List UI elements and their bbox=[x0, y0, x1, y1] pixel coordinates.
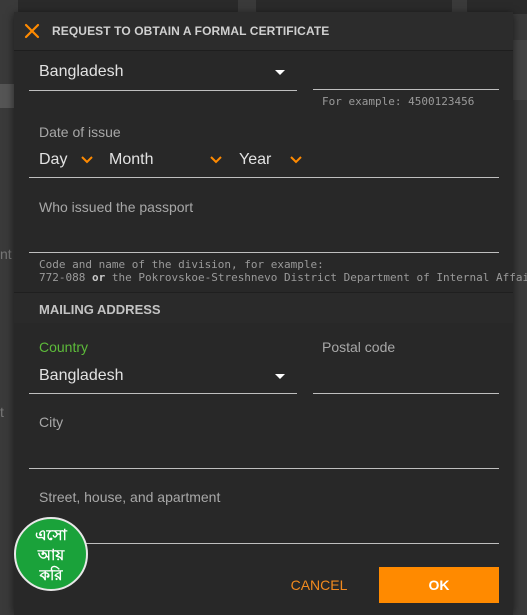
country-value: Bangladesh bbox=[39, 367, 124, 384]
hint-example: the Pokrovskoe-Streshnevo District Depar… bbox=[111, 271, 527, 284]
background-text-fragment: nt bbox=[0, 246, 12, 262]
mailing-address-section-header: MAILING ADDRESS bbox=[14, 292, 513, 323]
field-underline bbox=[29, 252, 499, 253]
passport-issuer-hint: Code and name of the division, for examp… bbox=[39, 258, 527, 284]
postal-code-label: Postal code bbox=[322, 339, 396, 355]
dropdown-arrow-icon bbox=[275, 70, 285, 75]
hint-code: 772-088 bbox=[39, 271, 86, 284]
country-label: Country bbox=[39, 339, 89, 355]
field-underline bbox=[29, 468, 499, 469]
chevron-down-icon bbox=[210, 156, 222, 164]
month-placeholder: Month bbox=[109, 151, 154, 168]
section-title: MAILING ADDRESS bbox=[39, 302, 161, 317]
field-underline bbox=[29, 90, 297, 91]
background-edge bbox=[513, 40, 527, 100]
logo-text: এসো bbox=[35, 526, 67, 544]
dialog-title: REQUEST TO OBTAIN A FORMAL CERTIFICATE bbox=[52, 24, 330, 38]
field-underline bbox=[29, 393, 297, 394]
logo-text: আয় bbox=[37, 546, 65, 564]
hint-line: Code and name of the division, for examp… bbox=[39, 258, 324, 271]
watermark-logo: এসো আয় করি bbox=[14, 517, 88, 591]
field-underline bbox=[29, 543, 499, 544]
city-label: City bbox=[39, 414, 64, 430]
field-underline bbox=[313, 393, 499, 394]
logo-text: করি bbox=[39, 566, 63, 584]
hint-or: or bbox=[91, 271, 106, 284]
date-of-issue-label: Date of issue bbox=[39, 124, 121, 140]
field-underline bbox=[313, 89, 499, 90]
chevron-down-icon bbox=[81, 156, 93, 164]
passport-number-hint: For example: 4500123456 bbox=[322, 95, 475, 108]
chevron-down-icon bbox=[290, 156, 302, 164]
passport-issuer-label: Who issued the passport bbox=[39, 199, 194, 215]
certificate-request-dialog: REQUEST TO OBTAIN A FORMAL CERTIFICATE B… bbox=[14, 12, 527, 615]
dropdown-arrow-icon bbox=[275, 374, 285, 379]
close-icon[interactable] bbox=[24, 23, 40, 39]
background-strip bbox=[0, 84, 14, 108]
day-placeholder: Day bbox=[39, 151, 68, 168]
dialog-header: REQUEST TO OBTAIN A FORMAL CERTIFICATE bbox=[14, 12, 513, 51]
street-label: Street, house, and apartment bbox=[39, 489, 221, 505]
cancel-button[interactable]: CANCEL bbox=[284, 575, 354, 595]
passport-country-value: Bangladesh bbox=[39, 63, 124, 80]
background-text-fragment: t bbox=[0, 404, 4, 420]
ok-button[interactable]: OK bbox=[379, 567, 499, 603]
year-placeholder: Year bbox=[239, 151, 272, 168]
field-underline bbox=[29, 177, 499, 178]
